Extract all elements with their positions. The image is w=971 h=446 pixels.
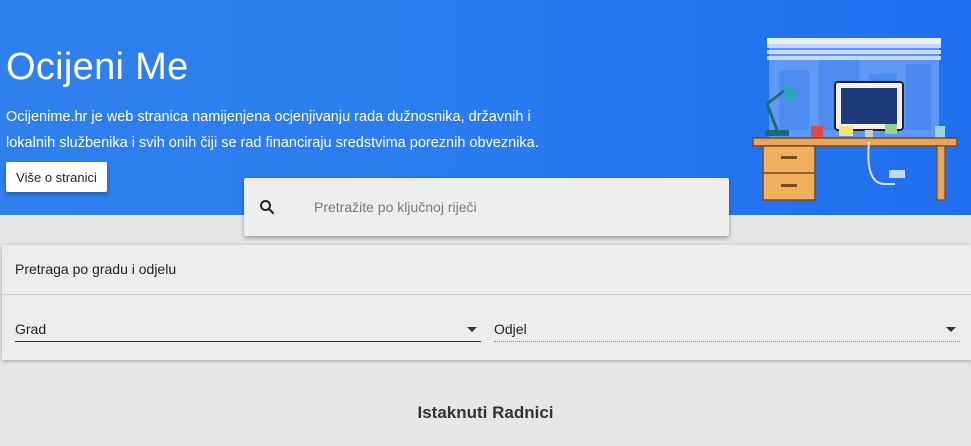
search-icon[interactable]: [258, 198, 276, 216]
featured-workers-heading: Istaknuti Radnici: [417, 403, 554, 422]
department-select[interactable]: Odjel: [494, 315, 960, 342]
search-input[interactable]: [314, 192, 714, 222]
divider: [2, 294, 971, 295]
filter-panel-title: Pretraga po gradu i odjelu: [15, 261, 177, 277]
chevron-down-icon: [467, 327, 477, 332]
search-bar: [244, 178, 729, 236]
city-select[interactable]: Grad: [15, 315, 481, 342]
site-description: Ocijenime.hr je web stranica namijenjena…: [6, 109, 539, 151]
desk-illustration: [752, 38, 958, 201]
chevron-down-icon: [946, 327, 956, 332]
city-department-filter-panel: Pretraga po gradu i odjelu Grad Odjel: [2, 245, 971, 360]
site-title: Ocijeni Me: [6, 46, 189, 88]
more-about-site-button[interactable]: Više o stranici: [6, 162, 107, 192]
city-select-label: Grad: [15, 321, 47, 337]
department-select-label: Odjel: [494, 321, 527, 337]
